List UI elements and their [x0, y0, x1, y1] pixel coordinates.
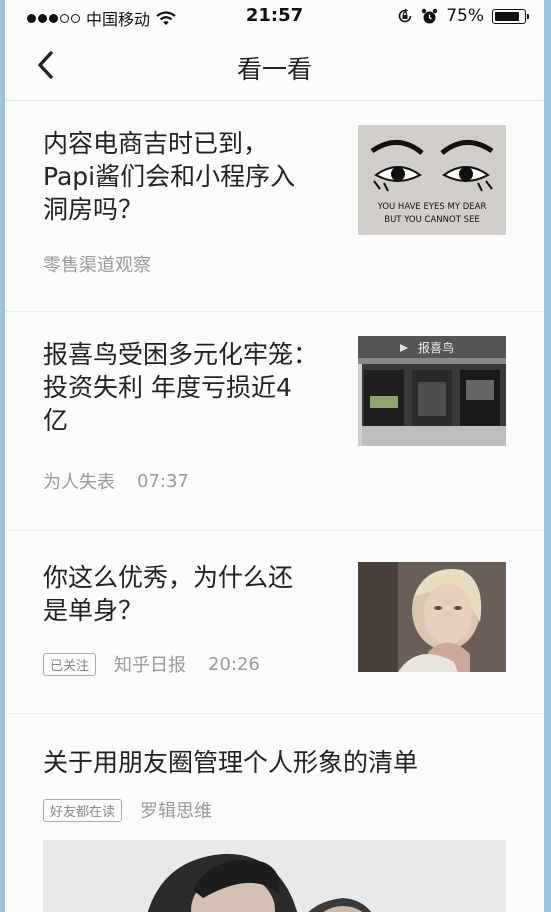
- article-cover-image: [43, 840, 506, 912]
- article-title: 报喜鸟受困多元化牢笼： 投资失利 年度亏损近4 亿: [43, 338, 343, 437]
- friends-reading-badge: 好友都在读: [43, 798, 123, 822]
- status-bar: 中国移动 21:57 75%: [5, 0, 544, 32]
- article-title-line: 亿: [43, 406, 69, 435]
- article-meta: 好友都在读 罗辑思维: [43, 797, 212, 823]
- article-item[interactable]: 内容电商吉时已到， Papi酱们会和小程序入 洞房吗？ 零售渠道观察 YOU H…: [5, 101, 544, 312]
- article-time: 20:26: [208, 653, 260, 675]
- status-right: 75%: [397, 6, 529, 26]
- article-source: 为人失表: [43, 472, 115, 493]
- article-source: 零售渠道观察: [43, 255, 151, 276]
- article-item[interactable]: 关于用朋友圈管理个人形象的清单 好友都在读 罗辑思维: [5, 714, 544, 912]
- article-meta: 为人失表 07:37: [43, 468, 189, 494]
- article-thumbnail: [358, 562, 506, 672]
- article-title: 关于用朋友圈管理个人形象的清单: [43, 746, 503, 779]
- article-title-line: 你这么优秀，为什么还: [43, 563, 294, 592]
- article-meta: 已关注 知乎日报 20:26: [43, 651, 260, 677]
- thumbnail-sign: 报喜鸟: [418, 340, 454, 355]
- thumbnail-caption: YOU HAVE EYES MY DEAR: [377, 202, 487, 212]
- article-title-line: 洞房吗？: [43, 195, 144, 224]
- followed-badge: 已关注: [43, 652, 97, 676]
- article-meta: 零售渠道观察: [43, 251, 151, 277]
- article-title-line: 内容电商吉时已到，: [43, 129, 269, 158]
- alarm-clock-icon: [422, 8, 438, 23]
- navigation-bar: 看一看: [5, 32, 544, 101]
- article-thumbnail: 报喜鸟: [358, 336, 506, 446]
- thumbnail-caption: BUT YOU CANNOT SEE: [384, 215, 479, 225]
- article-feed: 内容电商吉时已到， Papi酱们会和小程序入 洞房吗？ 零售渠道观察 YOU H…: [5, 101, 544, 912]
- page-title: 看一看: [236, 55, 312, 84]
- article-title: 内容电商吉时已到， Papi酱们会和小程序入 洞房吗？: [43, 127, 343, 226]
- article-title-line: Papi酱们会和小程序入: [43, 162, 296, 191]
- article-title-line: 报喜鸟受困多元化牢笼：: [43, 340, 319, 369]
- article-title-line: 投资失利 年度亏损近4: [43, 373, 292, 402]
- rotation-lock-icon: [398, 8, 412, 23]
- article-time: 07:37: [137, 470, 189, 492]
- article-source: 知乎日报: [114, 655, 187, 676]
- battery-icon: [492, 8, 529, 24]
- article-thumbnail: YOU HAVE EYES MY DEAR BUT YOU CANNOT SEE: [358, 125, 506, 235]
- article-title-line: 是单身？: [43, 596, 144, 625]
- article-source: 罗辑思维: [140, 801, 213, 822]
- phone-screen: 中国移动 21:57 75% 看一看 内容电商吉时已到， Papi酱们会和小程序…: [5, 0, 544, 912]
- article-title-line: 关于用朋友圈管理个人形象的清单: [43, 748, 419, 777]
- article-title: 你这么优秀，为什么还 是单身？: [43, 561, 343, 627]
- article-item[interactable]: 报喜鸟受困多元化牢笼： 投资失利 年度亏损近4 亿 为人失表 07:37 报喜鸟: [5, 312, 544, 531]
- battery-percentage: 75%: [446, 6, 484, 26]
- article-item[interactable]: 你这么优秀，为什么还 是单身？ 已关注 知乎日报 20:26: [5, 531, 544, 714]
